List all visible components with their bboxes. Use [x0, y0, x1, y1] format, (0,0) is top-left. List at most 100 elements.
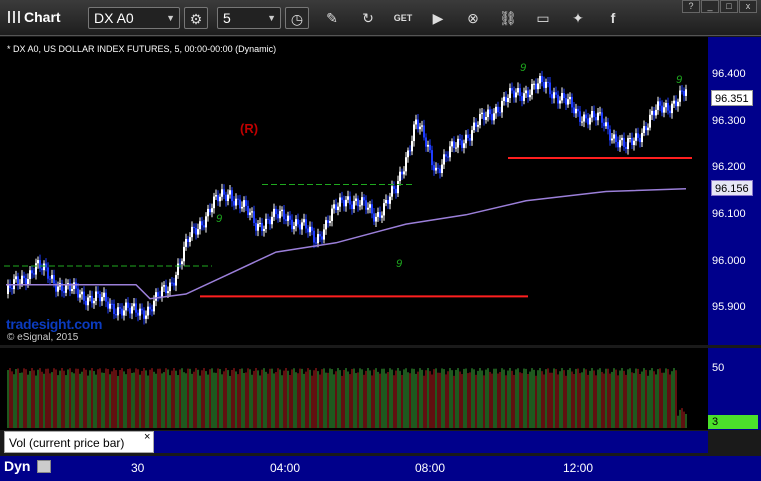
candle-body: [533, 83, 535, 85]
alert-icon[interactable]: ⊗: [461, 7, 485, 29]
volume-bar: [19, 372, 21, 428]
volume-bar: [151, 368, 153, 428]
minimize-button[interactable]: _: [701, 0, 719, 13]
price-tick: 95.900: [712, 301, 746, 313]
volume-bar: [77, 368, 79, 428]
close-button[interactable]: x: [739, 0, 757, 13]
close-icon[interactable]: ×: [144, 431, 150, 443]
volume-bar: [103, 372, 105, 428]
interval-input[interactable]: 5 ▼: [217, 7, 281, 29]
pencil-icon[interactable]: ✎: [320, 7, 344, 29]
get-icon[interactable]: GET: [391, 7, 415, 29]
volume-bar: [155, 373, 157, 428]
candle-body: [239, 199, 241, 209]
volume-bar: [275, 372, 277, 428]
candle-body: [257, 223, 259, 231]
volume-bar: [575, 368, 577, 428]
candle-body: [647, 127, 649, 131]
candle-body: [627, 138, 629, 149]
volume-bar: [447, 371, 449, 428]
candle-body: [105, 292, 107, 302]
settings-icon[interactable]: ⚙: [184, 7, 208, 29]
candle-body: [251, 211, 253, 213]
candle-body: [439, 168, 441, 174]
candle-body: [201, 221, 203, 226]
twitter-icon[interactable]: ✦: [566, 7, 590, 29]
candle-body: [85, 300, 87, 306]
volume-bar: [595, 375, 597, 428]
volume-bar: [359, 368, 361, 428]
volume-bar: [411, 368, 413, 428]
volume-bar: [131, 372, 133, 428]
volume-bar: [485, 369, 487, 428]
candle-body: [685, 89, 687, 96]
volume-bar: [255, 368, 257, 428]
volume-bar: [659, 368, 661, 428]
candle-body: [437, 167, 439, 169]
time-axis[interactable]: [0, 456, 761, 481]
candle-body: [365, 200, 367, 210]
candle-body: [219, 196, 221, 202]
volume-bar: [231, 369, 233, 428]
candle-body: [229, 190, 231, 195]
copyright: © eSignal, 2015: [7, 332, 79, 343]
candle-body: [381, 215, 383, 218]
candle-body: [413, 124, 415, 142]
candle-body: [625, 146, 627, 149]
candle-body: [677, 101, 679, 107]
candle-body: [655, 109, 657, 116]
candle-body: [355, 198, 357, 202]
volume-bar: [109, 374, 111, 428]
candle-body: [465, 134, 467, 144]
chevron-down-icon: ▼: [267, 13, 276, 23]
candle-body: [205, 216, 207, 228]
volume-bar: [149, 369, 151, 428]
volume-bar: [397, 368, 399, 428]
candle-body: [307, 228, 309, 233]
volume-bar: [679, 409, 681, 428]
link-icon[interactable]: ⛓: [496, 7, 520, 29]
candle-body: [405, 157, 407, 172]
td-count-label: 9: [520, 62, 526, 74]
volume-bar: [41, 371, 43, 428]
candle-body: [631, 138, 633, 146]
candle-body: [273, 208, 275, 217]
volume-bar: [439, 372, 441, 428]
volume-bar: [455, 369, 457, 428]
volume-bar: [47, 368, 49, 428]
volume-chart[interactable]: [0, 348, 708, 430]
volume-bar: [107, 369, 109, 428]
candle-body: [557, 94, 559, 104]
volume-bar: [357, 372, 359, 428]
symbol-input[interactable]: DX A0 ▼: [88, 7, 180, 29]
study-strip: [154, 431, 708, 453]
help-button[interactable]: ?: [682, 0, 700, 13]
candle-body: [603, 122, 605, 127]
volume-bar: [15, 368, 17, 428]
link-icon[interactable]: [37, 460, 51, 473]
candle-body: [523, 93, 525, 101]
comment-icon[interactable]: ▭: [531, 7, 555, 29]
volume-bar: [473, 369, 475, 428]
volume-bar: [667, 369, 669, 428]
annotation-label: (R): [240, 121, 258, 136]
volume-bar: [509, 368, 511, 428]
volume-bar: [321, 369, 323, 428]
volume-bar: [111, 371, 113, 428]
candle-body: [333, 204, 335, 209]
volume-bar: [119, 370, 121, 428]
volume-bar: [53, 368, 55, 428]
refresh-icon[interactable]: ↻: [356, 7, 380, 29]
study-label[interactable]: Vol (current price bar): [4, 431, 154, 453]
volume-bar: [399, 370, 401, 428]
maximize-button[interactable]: □: [720, 0, 738, 13]
clock-icon[interactable]: ◷: [285, 7, 309, 29]
facebook-icon[interactable]: f: [601, 7, 625, 29]
chart-toolbar: Chart DX A0 ▼ ⚙ 5 ▼ ◷ ✎ ↻ GET ▶ ⊗ ⛓ ▭ ✦ f …: [0, 0, 761, 36]
price-chart[interactable]: (R) 9 9 9 9: [0, 37, 708, 345]
candle-body: [149, 306, 151, 310]
volume-bar: [547, 368, 549, 428]
dynamic-mode-button[interactable]: Dyn: [4, 458, 30, 474]
play-icon[interactable]: ▶: [426, 7, 450, 29]
volume-bar: [483, 375, 485, 428]
